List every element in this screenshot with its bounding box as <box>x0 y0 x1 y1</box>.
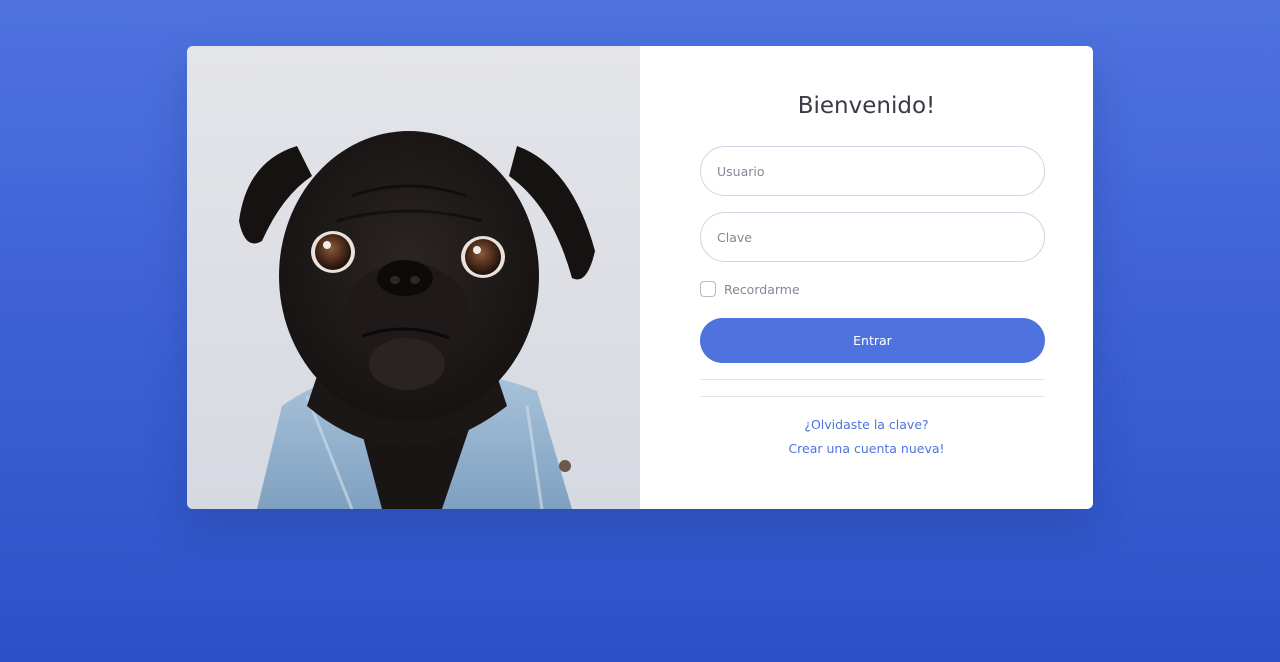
login-button[interactable]: Entrar <box>700 318 1045 363</box>
remember-me-checkbox[interactable] <box>700 281 716 297</box>
login-card: Bienvenido! Recordarme Entrar ¿Olvidaste… <box>187 46 1093 509</box>
create-account-link[interactable]: Crear una cuenta nueva! <box>640 441 1093 456</box>
username-input[interactable] <box>700 146 1045 196</box>
login-form-panel: Bienvenido! Recordarme Entrar ¿Olvidaste… <box>640 46 1093 509</box>
remember-me[interactable]: Recordarme <box>700 281 800 297</box>
divider <box>700 396 1045 397</box>
forgot-password-link[interactable]: ¿Olvidaste la clave? <box>640 417 1093 432</box>
pug-illustration <box>239 131 595 509</box>
remember-me-label: Recordarme <box>724 281 800 297</box>
divider <box>700 379 1045 380</box>
welcome-title: Bienvenido! <box>797 93 936 119</box>
pug-photo <box>187 46 640 509</box>
password-input[interactable] <box>700 212 1045 262</box>
